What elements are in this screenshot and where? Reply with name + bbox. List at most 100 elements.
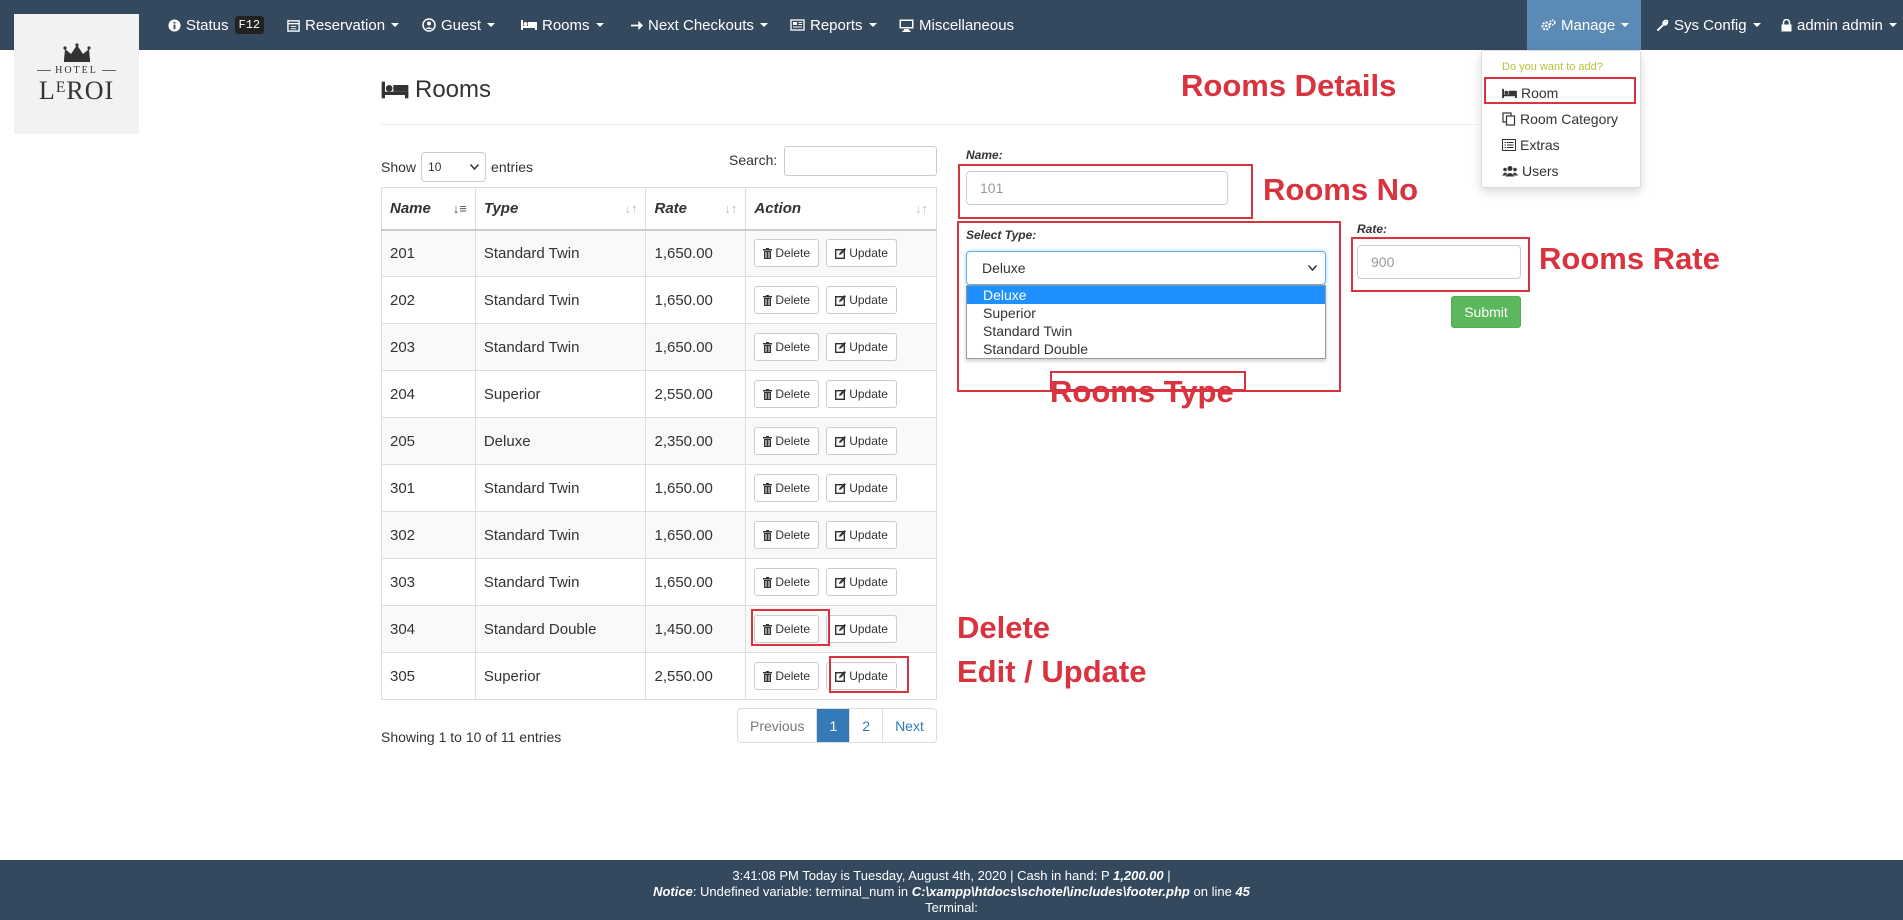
menu-item-room-category[interactable]: Room Category (1502, 111, 1618, 127)
nav-miscellaneous[interactable]: Miscellaneous (899, 0, 1014, 50)
trash-icon (763, 294, 773, 306)
cell-type: Standard Twin (474, 464, 647, 512)
update-button-label: Update (849, 293, 888, 307)
update-button[interactable]: Update (826, 286, 897, 314)
chevron-down-icon (1621, 23, 1630, 27)
chevron-down-icon (1752, 23, 1761, 27)
menu-item-users[interactable]: Users (1502, 163, 1559, 179)
search-input[interactable] (784, 146, 937, 176)
cell-name: 201 (381, 229, 476, 277)
update-button[interactable]: Update (826, 615, 897, 643)
delete-button[interactable]: Delete (754, 568, 820, 596)
delete-button[interactable]: Delete (754, 239, 820, 268)
annotation-box-delete (751, 609, 830, 646)
update-button[interactable]: Update (826, 333, 897, 361)
annotation-delete: Delete (957, 610, 1051, 645)
edit-icon (835, 482, 847, 494)
logo-hotel-text: HOTEL (33, 65, 120, 76)
update-button[interactable]: Update (826, 380, 897, 408)
pagination-page-2[interactable]: 2 (849, 709, 882, 742)
page-length-select[interactable]: 10 (421, 152, 487, 182)
delete-button[interactable]: Delete (754, 286, 820, 314)
list-alt-icon (1502, 139, 1516, 151)
cell-action: Delete Update (745, 558, 937, 606)
arrow-right-icon (630, 20, 643, 30)
column-header-rate[interactable]: Rate ↓↑ (645, 187, 747, 231)
update-button[interactable]: Update (826, 427, 897, 455)
nav-sys-config[interactable]: Sys Config (1656, 0, 1761, 50)
table-row: 301 Standard Twin 1,650.00 Delete Update (381, 464, 937, 512)
menu-item-users-label: Users (1522, 163, 1559, 179)
footer-datetime: 3:41:08 PM Today is Tuesday, August 4th,… (732, 868, 1110, 883)
page-title: Rooms (381, 76, 491, 104)
column-header-type[interactable]: Type ↓↑ (474, 187, 647, 231)
submit-button[interactable]: Submit (1451, 296, 1521, 328)
update-button-label: Update (849, 481, 888, 495)
pagination-previous[interactable]: Previous (738, 709, 816, 742)
cell-type: Standard Twin (474, 511, 647, 559)
delete-button[interactable]: Delete (754, 521, 820, 549)
update-button-label: Update (849, 622, 888, 636)
notice-on: on line (1193, 884, 1232, 899)
cell-name: 304 (381, 605, 476, 653)
nav-status[interactable]: Status F12 (168, 0, 265, 50)
nav-reports-label: Reports (810, 16, 863, 34)
lock-icon (1781, 18, 1792, 31)
update-button-label: Update (849, 434, 888, 448)
notice-text: : Undefined variable: terminal_num in (692, 884, 909, 899)
delete-button-label: Delete (775, 293, 811, 307)
update-button[interactable]: Update (826, 568, 897, 596)
nav-guest[interactable]: Guest (422, 0, 496, 50)
sort-icon: ↓↑ (624, 201, 638, 216)
delete-button[interactable]: Delete (754, 333, 820, 361)
delete-button[interactable]: Delete (754, 474, 820, 502)
menu-item-extras-label: Extras (1520, 137, 1560, 153)
nav-next-checkouts[interactable]: Next Checkouts (630, 0, 768, 50)
update-button[interactable]: Update (826, 521, 897, 549)
name-label: Name: (966, 148, 1003, 162)
nav-user-menu[interactable]: admin admin (1781, 0, 1897, 50)
table-body: 201 Standard Twin 1,650.00 Delete Update… (381, 229, 937, 700)
trash-icon (763, 670, 773, 682)
annotation-box-rooms-rate (1351, 237, 1530, 292)
edit-icon (835, 623, 847, 635)
table-row: 201 Standard Twin 1,650.00 Delete Update (381, 229, 937, 277)
cell-rate: 1,650.00 (645, 276, 747, 324)
update-button-label: Update (849, 387, 888, 401)
pagination-page-1[interactable]: 1 (816, 709, 850, 742)
table-row: 204 Superior 2,550.00 Delete Update (381, 370, 937, 418)
table-row: 303 Standard Twin 1,650.00 Delete Update (381, 558, 937, 606)
delete-button[interactable]: Delete (754, 662, 820, 690)
cell-rate: 2,350.00 (645, 417, 747, 465)
delete-button-label: Delete (775, 575, 811, 589)
nav-reservation[interactable]: Reservation (287, 0, 400, 50)
edit-icon (835, 529, 847, 541)
delete-button[interactable]: Delete (754, 427, 820, 455)
nav-rooms[interactable]: Rooms (521, 0, 604, 50)
trash-icon (763, 247, 773, 259)
desktop-icon (899, 19, 914, 32)
annotation-rooms-type: Rooms Type (1050, 374, 1234, 409)
logo-name-text: LᴱROI (38, 75, 115, 105)
calendar-icon (287, 19, 300, 32)
delete-button[interactable]: Delete (754, 380, 820, 408)
update-button-label: Update (849, 246, 888, 261)
cell-action: Delete Update (745, 464, 937, 512)
annotation-box-update (829, 656, 909, 693)
nav-manage[interactable]: Manage (1527, 0, 1641, 50)
cell-name: 305 (381, 652, 476, 700)
update-button[interactable]: Update (826, 474, 897, 502)
update-button[interactable]: Update (826, 239, 897, 268)
column-header-action[interactable]: Action ↓↑ (745, 187, 937, 231)
edit-icon (835, 294, 847, 306)
hotel-logo[interactable]: HOTEL LᴱROI (14, 14, 139, 134)
cell-rate: 1,650.00 (645, 464, 747, 512)
cell-rate: 2,550.00 (645, 370, 747, 418)
menu-item-extras[interactable]: Extras (1502, 137, 1560, 153)
cell-type: Standard Twin (474, 229, 647, 277)
nav-guest-label: Guest (441, 16, 482, 34)
column-header-name[interactable]: Name ↓≡ (381, 187, 476, 231)
pagination-next[interactable]: Next (882, 709, 936, 742)
nav-reports[interactable]: Reports (790, 0, 877, 50)
table-header-row: Name ↓≡ Type ↓↑ Rate ↓↑ Action ↓↑ (381, 187, 937, 231)
